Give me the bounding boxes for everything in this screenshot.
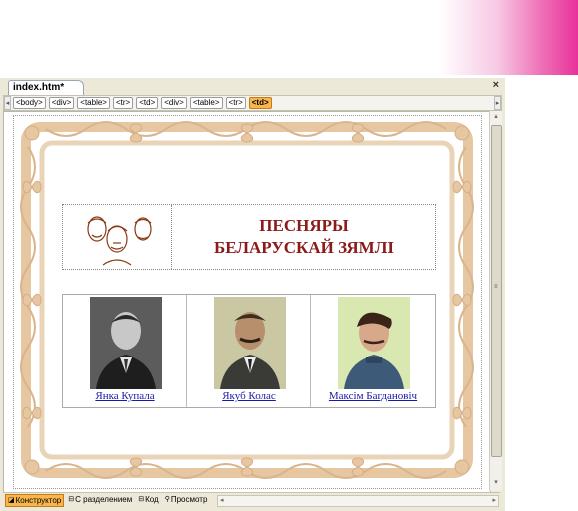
split-view-icon: ⊟ [68,496,75,503]
poet-cell-kolas[interactable]: Якуб Колас [187,295,311,407]
view-tab[interactable]: ⚲ Просмотр [163,494,210,505]
poet-link-bahdanovich[interactable]: Максім Багдановіч [311,390,435,402]
decorative-pink-gradient [0,0,578,75]
poet-link-kolas[interactable]: Якуб Колас [187,390,311,402]
poet-cell-kupala[interactable]: Янка Купала [63,295,187,407]
scroll-right-icon[interactable]: ▸ [492,496,496,506]
scroll-down-icon[interactable]: ▾ [491,478,501,488]
portrait-kolas-image [214,297,286,389]
view-tab-label: Просмотр [170,495,208,504]
tag-chip[interactable]: <div> [161,97,187,109]
tag-selector-bar: ◂ <body> <div> <table> <tr> <td> <div> <table>… [3,95,502,111]
tag-chip[interactable]: <tr> [225,97,246,109]
preview-icon: ⚲ [164,496,170,503]
title-line-1: ПЕСНЯРЫ [259,216,349,235]
title-line-2: БЕЛАРУСКАЙ ЗЯМЛІ [213,238,395,257]
scroll-up-icon[interactable]: ▴ [491,112,501,122]
scroll-left-icon[interactable]: ◂ [220,496,224,506]
view-tab-label: Конструктор [15,496,62,505]
header-cell-divider [171,205,172,269]
tag-chip[interactable]: <tr> [112,97,134,109]
view-tab[interactable]: ⊟ С разделением [66,494,134,505]
view-tab-label: Код [145,495,159,504]
vertical-scroll-thumb[interactable]: ≡ [491,125,502,457]
tag-chip[interactable]: <div> [48,97,75,109]
view-tab[interactable]: ◪ Конструктор [5,494,65,507]
portrait-kupala-image [90,297,162,389]
tag-chip[interactable]: <table> [77,97,110,109]
portrait-bahdanovich-image [338,297,410,389]
horizontal-scrollbar[interactable]: ◂ ▸ [217,495,499,507]
poet-link-kupala[interactable]: Янка Купала [63,390,187,402]
page-title: ПЕСНЯРЫ БЕЛАРУСКАЙ ЗЯМЛІ [173,205,435,269]
document-tab-label: index.htm* [13,82,65,93]
view-mode-bar: ◪ Конструктор ⊟ С разделением ⊟ Код ⚲ Просмотр … [3,492,500,507]
poets-table[interactable]: Янка Купала Якуб Колас Максім Багдановіч [62,294,436,408]
close-document-icon[interactable]: × [493,79,499,91]
tag-chip[interactable]: <body> [13,97,46,109]
tag-list: <body> <div> <table> <tr> <td> <div> <table> <t… [13,97,272,109]
tag-chip[interactable]: <table> [189,97,223,109]
document-tab[interactable]: index.htm* [8,80,84,95]
view-tab[interactable]: ⊟ Код [136,494,160,505]
tag-chip[interactable]: <td> [136,97,159,109]
poets-sketch-logo [87,216,152,266]
design-canvas[interactable]: ПЕСНЯРЫ БЕЛАРУСКАЙ ЗЯМЛІ Янка Купала Яку… [3,111,491,493]
scroll-grip-icon: ≡ [494,284,498,290]
tag-scroll-right-icon[interactable]: ▸ [494,96,501,110]
tag-chip[interactable]: <td> [248,97,272,109]
editor-window: index.htm* × ◂ <body> <div> <table> <tr> <td… [0,78,505,511]
header-table[interactable]: ПЕСНЯРЫ БЕЛАРУСКАЙ ЗЯМЛІ [62,204,436,270]
design-view-icon: ◪ [8,497,15,504]
vertical-scrollbar[interactable]: ▴ ≡ ▾ [489,111,502,491]
view-tab-label: С разделением [75,495,133,504]
poet-cell-bahdanovich[interactable]: Максім Багдановіч [311,295,435,407]
code-view-icon: ⊟ [138,496,145,503]
view-mode-tabs: ◪ Конструктор ⊟ С разделением ⊟ Код ⚲ Просмотр [5,494,209,507]
tag-scroll-left-icon[interactable]: ◂ [4,96,11,110]
